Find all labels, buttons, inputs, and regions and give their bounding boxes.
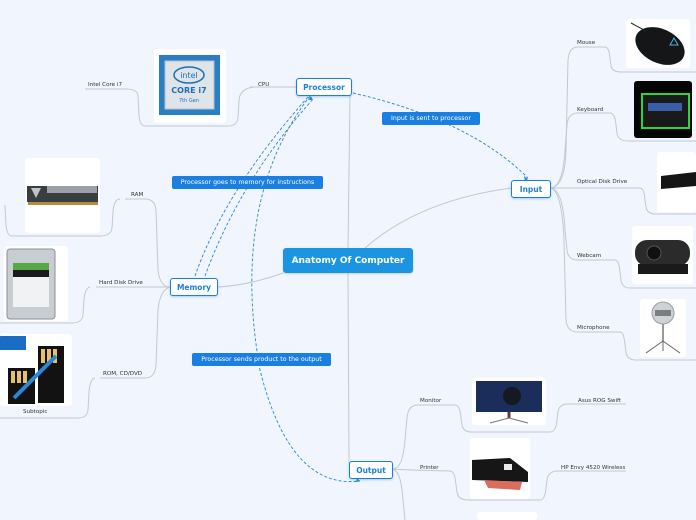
rel-line-input-processor: [352, 92, 529, 179]
subtopic-webcam[interactable]: Webcam: [577, 253, 601, 259]
microphone-image: [640, 299, 686, 357]
hard-disk-image: [4, 246, 68, 321]
edge-memory-ram: [125, 198, 171, 288]
microphone-icon: [645, 301, 681, 354]
svg-text:CORE i7: CORE i7: [171, 86, 206, 95]
optical-drive-image: [657, 152, 696, 212]
optical-drive-icon: [661, 172, 696, 189]
inkjet-printer-icon: [472, 458, 528, 490]
svg-text:7th Gen: 7th Gen: [179, 98, 199, 104]
edge-central-output: [347, 272, 357, 470]
subtopic-printer[interactable]: Printer: [420, 465, 439, 471]
keyboard-image: [634, 81, 692, 138]
monitor-image: [472, 378, 546, 425]
edge-central-memory: [217, 272, 284, 288]
subtopic-hard-disk-drive[interactable]: Hard Disk Drive: [99, 280, 143, 286]
relationship-input-processor[interactable]: Input is sent to processor: [382, 112, 480, 125]
subtopic-ram[interactable]: RAM: [131, 192, 143, 198]
edge-memory-rom: [100, 286, 171, 379]
subtopic-cpu[interactable]: CPU: [258, 82, 269, 88]
subtopic-monitor[interactable]: Monitor: [420, 398, 441, 404]
rel-line-processor-output: [251, 95, 361, 483]
central-topic[interactable]: Anatomy Of Computer: [283, 248, 413, 273]
subtopic-intel-core-i7[interactable]: Intel Core i7: [88, 82, 122, 88]
subtopic-optical-disk-drive[interactable]: Optical Disk Drive: [577, 179, 627, 185]
webcam-image: [632, 226, 693, 284]
subtopic-microphone[interactable]: Microphone: [577, 325, 610, 331]
subtopic-rom-cd-dvd[interactable]: ROM, CD/DVD: [103, 371, 142, 377]
mouse-image: [626, 19, 690, 68]
printer-image: [470, 438, 530, 499]
topic-output[interactable]: Output: [349, 461, 393, 479]
gaming-monitor-icon: [476, 381, 542, 424]
relationship-processor-output[interactable]: Processor sends product to the output: [192, 353, 331, 366]
ram-stick-icon: [27, 186, 98, 205]
topic-processor[interactable]: Processor: [296, 78, 352, 96]
intel-core-i7-image: intel CORE i7 7th Gen: [154, 49, 226, 123]
subtopic-asus-rog-swift[interactable]: Asus ROG Swift: [578, 398, 621, 404]
usb-flash-icon: [0, 336, 64, 404]
speaker-image: [477, 512, 537, 520]
subtopic-mouse[interactable]: Mouse: [577, 40, 595, 46]
ram-image: [25, 158, 100, 233]
edge-input-keyboard: [550, 112, 610, 189]
hard-disk-icon: [6, 248, 56, 320]
topic-input[interactable]: Input: [511, 180, 551, 198]
relationship-processor-memory[interactable]: Processor goes to memory for instruction…: [172, 176, 323, 189]
edge-output-speaker: [392, 468, 406, 520]
intel-chip-icon: intel CORE i7 7th Gen: [159, 55, 220, 115]
subtopic-keyboard[interactable]: Keyboard: [577, 107, 603, 113]
edge-central-processor: [344, 86, 351, 249]
topic-memory[interactable]: Memory: [170, 278, 218, 296]
subtopic-subtopic[interactable]: Subtopic: [23, 409, 47, 415]
edge-output-monitor: [392, 404, 455, 470]
subtopic-hp-envy-4520-wireless[interactable]: HP Envy 4520 Wireless: [561, 465, 625, 471]
webcam-icon: [635, 240, 690, 274]
edge-input-webcam: [550, 187, 615, 261]
svg-text:intel: intel: [180, 71, 198, 80]
edge-central-input: [364, 187, 513, 249]
edge-input-mouse: [550, 46, 605, 189]
rgb-keyboard-icon: [641, 93, 690, 129]
gaming-mouse-icon: [630, 22, 685, 65]
usb-chips-image: [0, 334, 72, 406]
